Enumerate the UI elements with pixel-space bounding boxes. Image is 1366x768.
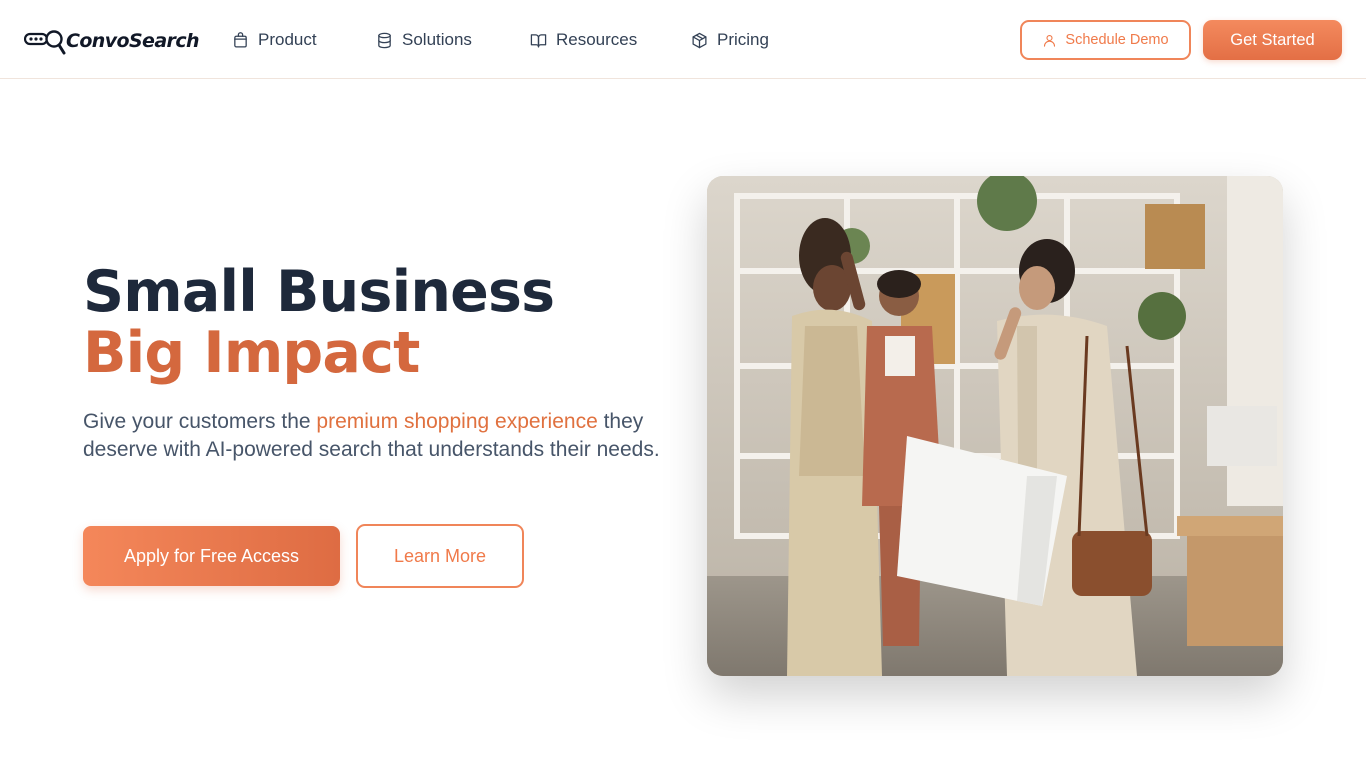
- lead-text-start: Give your customers the: [83, 410, 317, 433]
- shopping-bag-icon: [234, 31, 247, 48]
- lead-highlight: premium shopping experience: [316, 410, 598, 433]
- brand-logo[interactable]: ConvoSearch: [24, 26, 200, 56]
- learn-more-button[interactable]: Learn More: [356, 524, 524, 588]
- brand-name: ConvoSearch: [66, 30, 200, 52]
- hero-photo: [707, 176, 1283, 676]
- nav-item-label: Product: [258, 30, 317, 49]
- database-icon: [378, 32, 391, 48]
- schedule-demo-label: Schedule Demo: [1065, 32, 1169, 48]
- nav-item-solutions[interactable]: Solutions: [376, 28, 472, 52]
- apply-free-access-button[interactable]: Apply for Free Access: [83, 526, 340, 586]
- top-navbar: ConvoSearch Product Solutions Resources …: [0, 0, 1366, 79]
- schedule-demo-button[interactable]: Schedule Demo: [1020, 20, 1191, 60]
- hero-title-line1: Small Business: [83, 259, 555, 325]
- hero-title-line2: Big Impact: [83, 320, 420, 386]
- search-logo-icon: [24, 30, 66, 55]
- user-icon: [1044, 34, 1056, 47]
- box-icon: [692, 32, 707, 48]
- book-icon: [530, 33, 547, 48]
- nav-item-product[interactable]: Product: [232, 28, 317, 52]
- nav-item-label: Resources: [556, 30, 638, 49]
- nav-item-label: Solutions: [402, 30, 472, 49]
- nav-item-pricing[interactable]: Pricing: [691, 28, 769, 52]
- boutique-scene-image: [707, 176, 1283, 676]
- nav-item-label: Pricing: [717, 30, 769, 49]
- nav-item-resources[interactable]: Resources: [530, 28, 637, 52]
- get-started-button[interactable]: Get Started: [1203, 20, 1342, 60]
- hero-lead: Give your customers the premium shopping…: [83, 408, 663, 464]
